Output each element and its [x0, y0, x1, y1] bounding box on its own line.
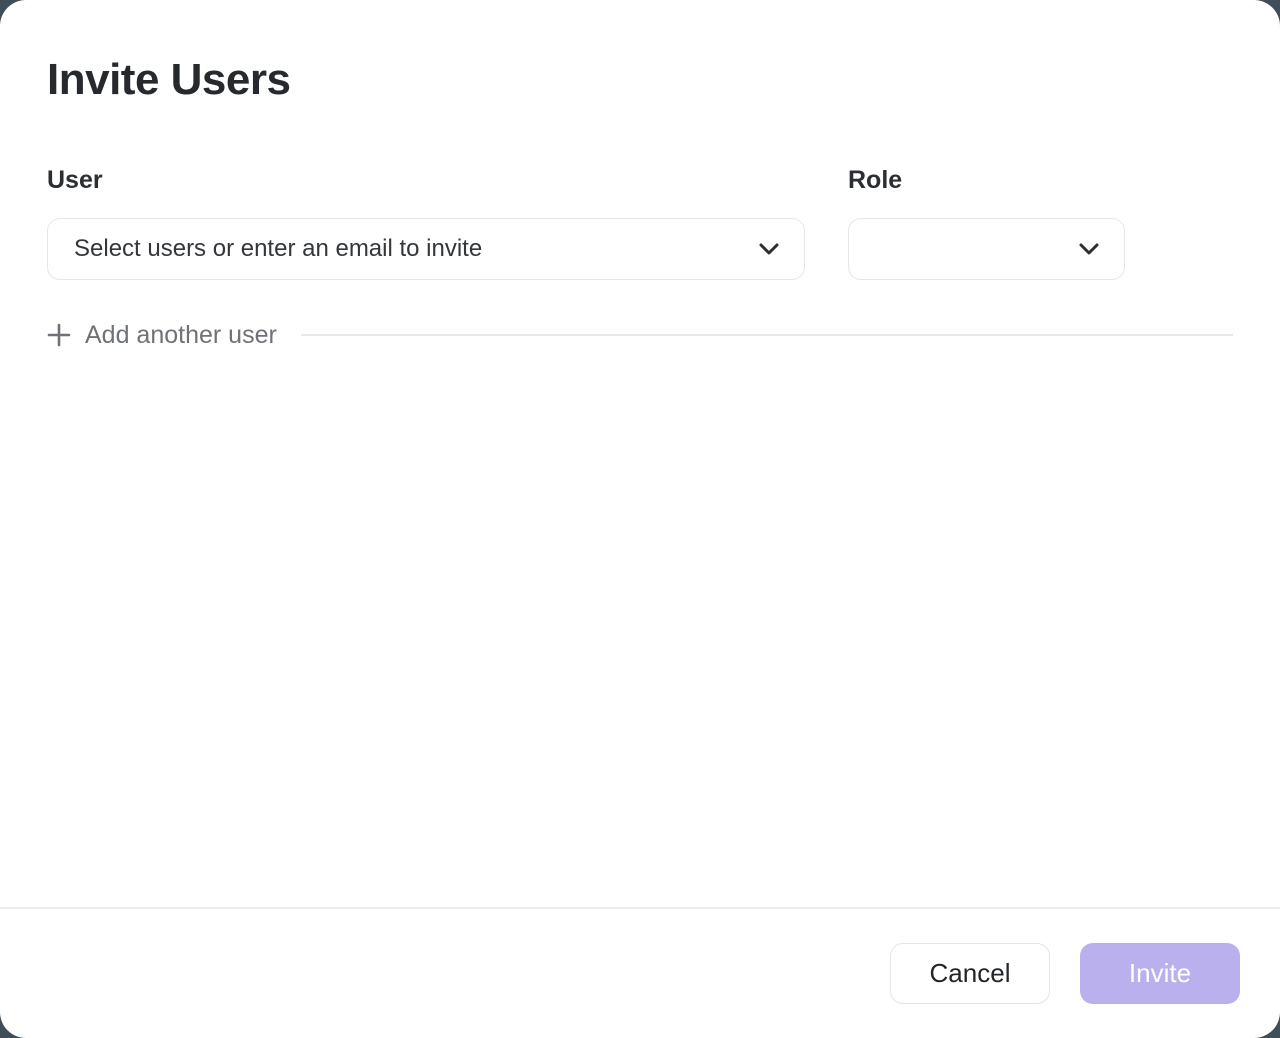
invite-users-modal: Invite Users User Role Select users or e…: [0, 0, 1280, 1038]
role-field-label: Role: [848, 166, 902, 195]
chevron-down-icon: [758, 238, 780, 260]
invite-button[interactable]: Invite: [1080, 943, 1240, 1004]
add-another-user-label: Add another user: [85, 321, 277, 350]
plus-icon: [47, 323, 71, 347]
role-select-dropdown[interactable]: [848, 218, 1125, 280]
user-select-placeholder: Select users or enter an email to invite: [74, 235, 758, 263]
add-user-row: Add another user: [47, 320, 1233, 350]
add-user-divider: [301, 334, 1233, 336]
page-title: Invite Users: [47, 55, 290, 105]
user-field-label: User: [47, 166, 103, 195]
footer-divider: [0, 907, 1280, 909]
user-select-dropdown[interactable]: Select users or enter an email to invite: [47, 218, 805, 280]
cancel-button[interactable]: Cancel: [890, 943, 1050, 1004]
add-another-user-button[interactable]: Add another user: [47, 321, 277, 350]
chevron-down-icon: [1078, 238, 1100, 260]
